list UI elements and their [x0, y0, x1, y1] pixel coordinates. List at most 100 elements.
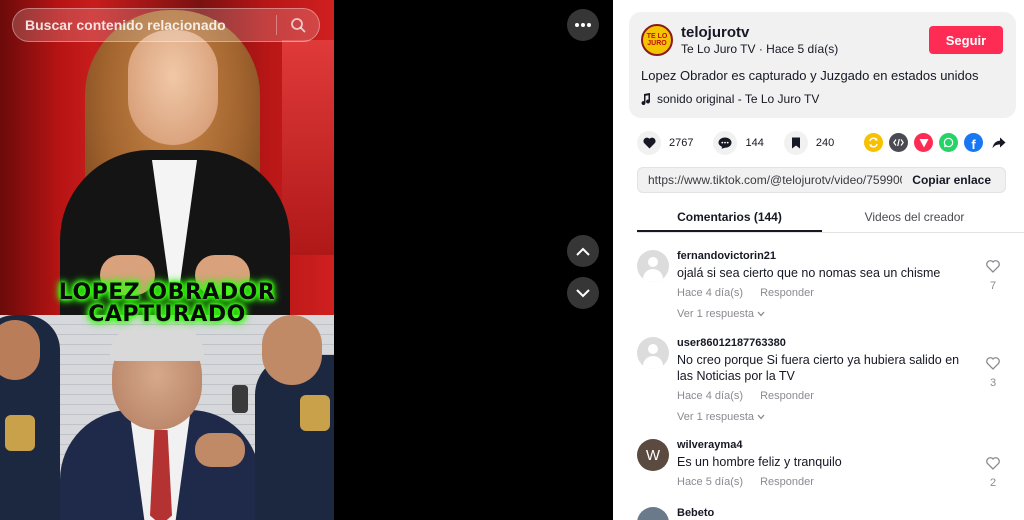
commenter-username[interactable]: wilverayma4	[677, 439, 742, 451]
commenter-username[interactable]: user86012187763380	[677, 337, 786, 349]
author-display-name: Te Lo Juro TV	[681, 42, 756, 56]
author-avatar[interactable]: TE LO JURO	[641, 24, 673, 56]
view-replies-button[interactable]: Ver 1 respuesta	[677, 411, 765, 423]
avatar-placeholder-body	[643, 356, 663, 369]
anchor-face	[128, 30, 218, 145]
avatar-logo-text-1: TE LO	[646, 33, 668, 40]
video-area: LOPEZ OBRADOR CAPTURADO	[0, 0, 613, 520]
comment-text: No creo porque Si fuera cierto ya hubier…	[677, 353, 960, 383]
police-badge-left	[5, 415, 35, 451]
music-note-icon	[641, 93, 651, 105]
author-username[interactable]: telojurotv	[681, 24, 749, 41]
post-time: Hace 5 día(s)	[766, 42, 839, 56]
meta-separator: ·	[755, 42, 767, 56]
comment-item: user86012187763380 No creo porque Si fue…	[637, 337, 1007, 429]
wall-lamp	[232, 385, 248, 413]
whatsapp-icon[interactable]	[939, 133, 958, 152]
heart-outline-icon	[986, 457, 1000, 470]
comment-like-count: 2	[989, 477, 997, 489]
comment-time: Hace 5 día(s)	[677, 476, 744, 488]
like-action[interactable]: 2767	[637, 131, 693, 155]
commenter-avatar[interactable]	[637, 250, 669, 282]
caption-line-2: CAPTURADO	[88, 302, 246, 327]
comment-like-count: 7	[989, 280, 997, 292]
repost-icon[interactable]	[864, 133, 883, 152]
commenter-avatar[interactable]: W	[637, 439, 669, 471]
comment-like[interactable]: 3	[983, 357, 1003, 389]
sound-link[interactable]: sonido original - Te Lo Juro TV	[641, 92, 819, 106]
view-replies-label: Ver 1 respuesta	[677, 411, 755, 423]
man-hair	[110, 325, 204, 361]
comment-like[interactable]: 7	[983, 260, 1003, 292]
comment-action[interactable]: 144	[713, 131, 764, 155]
details-panel: TE LO JURO telojurotv Te Lo Juro TV · Ha…	[613, 0, 1024, 520]
police-badge-right	[300, 395, 330, 431]
action-bar: 2767 144 240	[637, 130, 854, 156]
comment-item: fernandovictorin21 ojalá si sea cierto q…	[637, 250, 1007, 332]
comment-item: Bebeto	[637, 507, 1007, 520]
caption-line-1: LOPEZ OBRADOR	[58, 280, 276, 305]
commenter-username[interactable]: Bebeto	[677, 507, 714, 519]
tab-creator-videos[interactable]: Videos del creador	[822, 203, 1007, 232]
commenter-username[interactable]: fernandovictorin21	[677, 250, 776, 262]
author-meta: Te Lo Juro TV · Hace 5 día(s)	[681, 42, 838, 56]
more-icon	[575, 23, 591, 27]
comment-tabs: Comentarios (144) Videos del creador	[637, 203, 1024, 233]
sound-name: sonido original - Te Lo Juro TV	[657, 92, 820, 106]
video-top-frame	[0, 0, 334, 320]
facebook-icon[interactable]: f	[964, 133, 983, 152]
search-bar	[12, 8, 320, 42]
copy-link-button[interactable]: Copiar enlace	[902, 173, 1005, 187]
next-video-button[interactable]	[567, 277, 599, 309]
follow-button[interactable]: Seguir	[929, 26, 1003, 54]
view-replies-label: Ver 1 respuesta	[677, 308, 755, 320]
share-buttons: f	[864, 133, 1008, 152]
avatar-placeholder-body	[643, 269, 663, 282]
video-player[interactable]: LOPEZ OBRADOR CAPTURADO	[0, 0, 334, 520]
previous-video-button[interactable]	[567, 235, 599, 267]
search-icon[interactable]	[277, 8, 319, 42]
reply-button[interactable]: Responder	[760, 476, 814, 488]
hand-on-shoulder	[195, 433, 245, 467]
avatar-logo-text-2: JURO	[647, 40, 667, 47]
officer-left-head	[0, 320, 40, 380]
comment-count: 144	[745, 137, 764, 149]
comment-time: Hace 4 día(s)	[677, 390, 744, 402]
tab-comments[interactable]: Comentarios (144)	[637, 203, 822, 232]
chevron-down-icon	[757, 311, 765, 317]
studio-background	[282, 40, 334, 255]
commenter-avatar[interactable]	[637, 507, 669, 520]
comment-icon	[713, 131, 738, 155]
heart-outline-icon	[986, 260, 1000, 273]
comment-item: W wilverayma4 Es un hombre feliz y tranq…	[637, 439, 1007, 494]
share-link-url[interactable]: https://www.tiktok.com/@telojurotv/video…	[638, 173, 902, 187]
comment-like-count: 3	[989, 377, 997, 389]
comment-like[interactable]: 2	[983, 457, 1003, 489]
video-caption: LOPEZ OBRADOR CAPTURADO	[0, 282, 334, 326]
comment-text: Es un hombre feliz y tranquilo	[677, 455, 842, 469]
share-arrow-icon[interactable]	[989, 133, 1008, 152]
share-link-box: https://www.tiktok.com/@telojurotv/video…	[637, 167, 1006, 193]
avatar-placeholder-head	[648, 257, 658, 267]
chevron-up-icon	[576, 247, 590, 256]
heart-outline-icon	[986, 357, 1000, 370]
heart-icon	[637, 131, 661, 155]
chevron-down-icon	[757, 414, 765, 420]
reply-button[interactable]: Responder	[760, 390, 814, 402]
chevron-down-icon	[576, 288, 590, 297]
comment-meta: Hace 5 día(s) Responder	[677, 476, 828, 488]
reply-button[interactable]: Responder	[760, 287, 814, 299]
avatar-placeholder-head	[648, 344, 658, 354]
embed-icon[interactable]	[889, 133, 908, 152]
more-options-button[interactable]	[567, 9, 599, 41]
avatar-initial: W	[645, 446, 661, 464]
comment-meta: Hace 4 día(s) Responder	[677, 287, 828, 299]
search-input[interactable]	[13, 17, 276, 33]
view-replies-button[interactable]: Ver 1 respuesta	[677, 308, 765, 320]
save-action[interactable]: 240	[783, 131, 834, 155]
send-to-friends-icon[interactable]	[914, 133, 933, 152]
comment-text: ojalá si sea cierto que no nomas sea un …	[677, 266, 941, 280]
post-description: Lopez Obrador es capturado y Juzgado en …	[641, 68, 979, 83]
comment-meta: Hace 4 día(s) Responder	[677, 390, 828, 402]
commenter-avatar[interactable]	[637, 337, 669, 369]
